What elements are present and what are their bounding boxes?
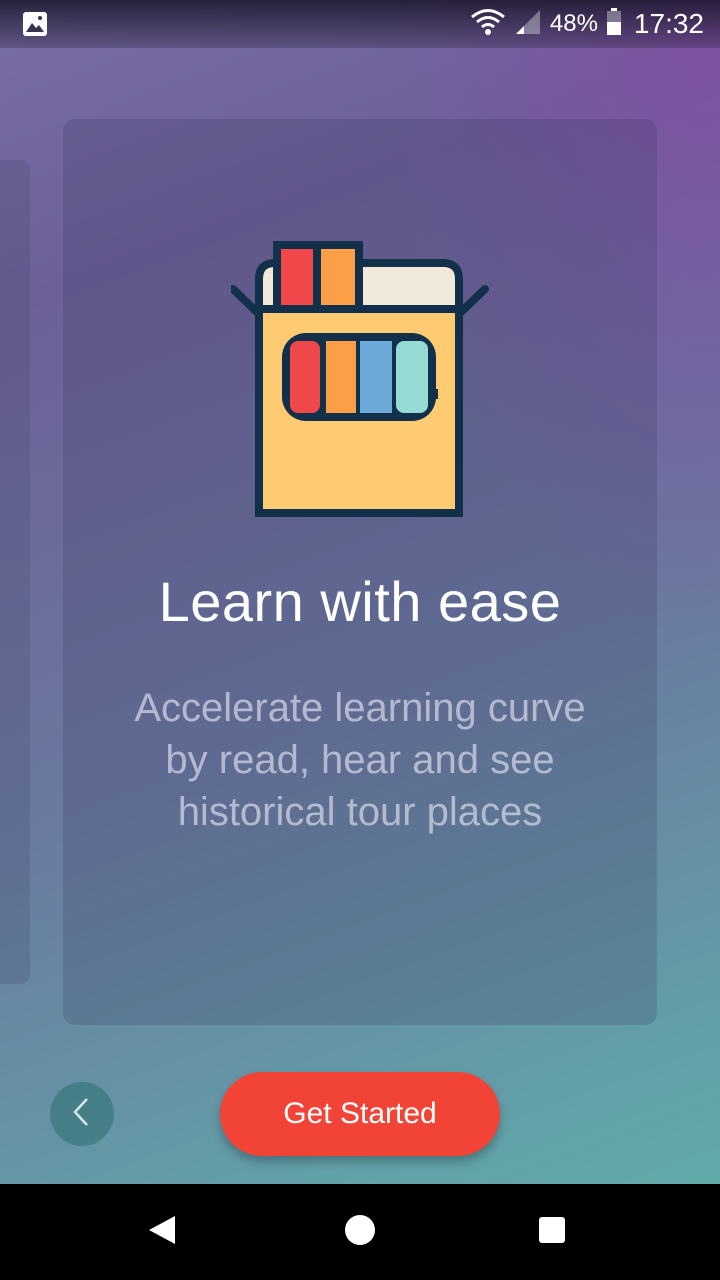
- image-icon: [22, 11, 48, 37]
- battery-percent: 48%: [549, 10, 598, 37]
- circle-home-icon: [344, 1214, 376, 1251]
- nav-back-button[interactable]: [114, 1184, 210, 1280]
- pencil-box-icon: [229, 239, 491, 519]
- onboarding-card: Learn with ease Accelerate learning curv…: [63, 119, 657, 1025]
- nav-home-button[interactable]: [312, 1184, 408, 1280]
- square-recents-icon: [538, 1216, 566, 1249]
- previous-card[interactable]: [0, 160, 30, 984]
- status-bar: 48% 17:32: [0, 0, 720, 48]
- nav-recents-button[interactable]: [504, 1184, 600, 1280]
- wifi-icon: [470, 8, 506, 41]
- navigation-bar: [0, 1184, 720, 1280]
- status-clock: 17:32: [633, 8, 704, 39]
- previous-page-button[interactable]: [50, 1082, 114, 1146]
- chevron-left-icon: [70, 1096, 94, 1133]
- triangle-back-icon: [147, 1214, 177, 1251]
- get-started-button[interactable]: Get Started: [220, 1072, 500, 1156]
- card-title: Learn with ease: [158, 570, 562, 633]
- onboarding-screen: 48% 17:32 Learn with ease Accelerate lea…: [0, 0, 720, 1280]
- cell-signal-icon: [514, 8, 542, 41]
- card-description: Accelerate learning curve by read, hear …: [134, 686, 586, 834]
- status-indicators: 48% 17:32: [470, 0, 704, 48]
- battery-icon: [606, 7, 622, 41]
